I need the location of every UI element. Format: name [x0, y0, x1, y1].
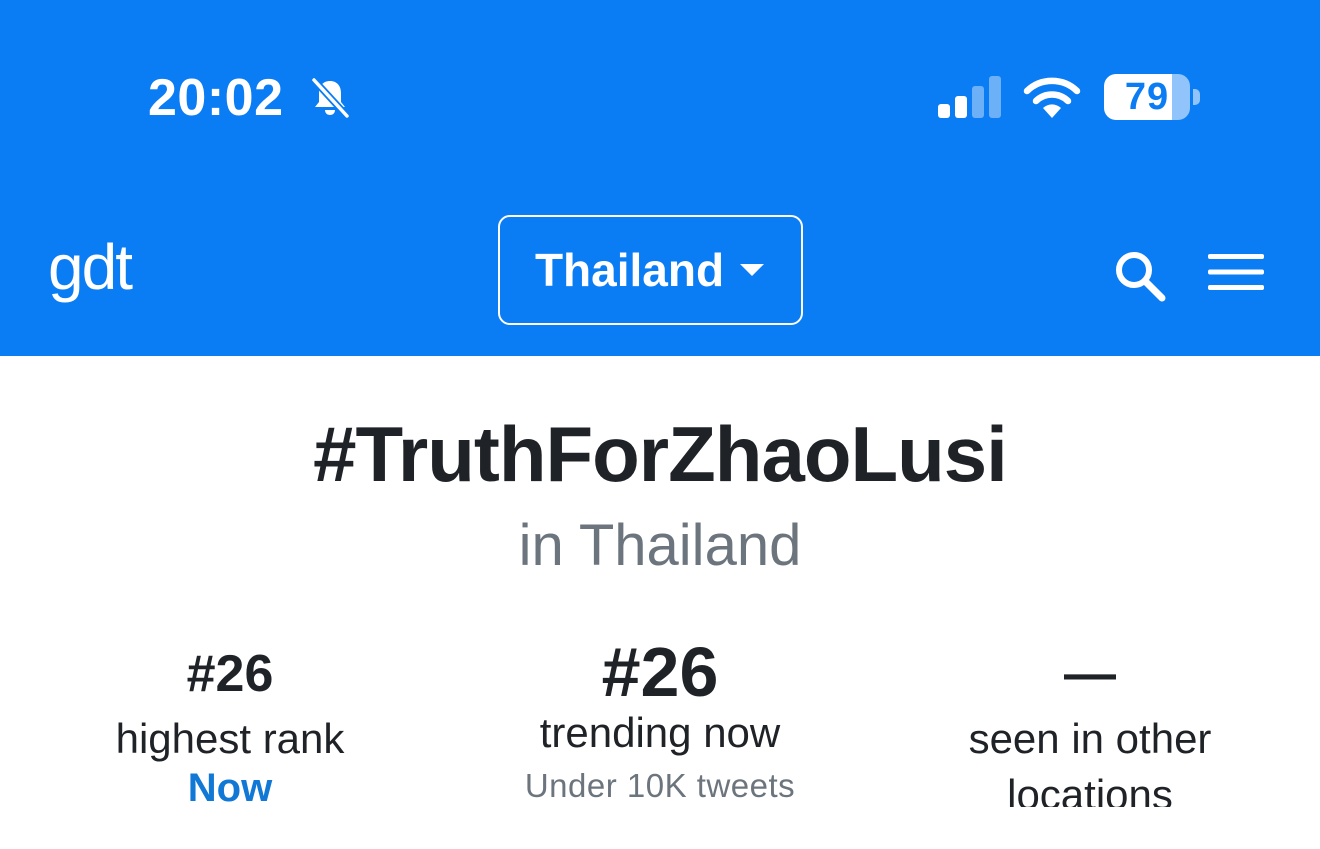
stat-label-cut: locations [1007, 771, 1173, 807]
battery-icon: 79 [1104, 74, 1200, 120]
stat-trending-now: #26 trending now Under 10K tweets [440, 636, 880, 808]
caret-down-icon [740, 264, 765, 276]
search-icon[interactable] [1112, 248, 1168, 304]
stat-label: highest rank [115, 715, 345, 762]
wifi-icon [1023, 77, 1081, 118]
tweet-volume: Under 10K tweets [524, 767, 796, 804]
stat-label: seen in other [968, 715, 1212, 762]
stat-highest-rank: #26 highest rank Now [10, 640, 450, 812]
status-time: 20:02 [148, 69, 284, 127]
page: 20:02 79 gdt Thailand #TruthForZhaoLusi … [0, 0, 1320, 849]
battery-body: 79 [1104, 74, 1190, 120]
location-label: Thailand [534, 244, 725, 296]
stat-label-continued: locations [870, 770, 1310, 807]
bell-slash-icon [310, 76, 351, 120]
trend-title: #TruthForZhaoLusi [313, 410, 1008, 498]
logo[interactable]: gdt [48, 232, 133, 302]
stat-value: #26 [601, 633, 719, 711]
highest-rank-time-link[interactable]: Now [10, 764, 450, 812]
stat-label: trending now [539, 709, 781, 756]
cellular-signal-icon [938, 76, 1001, 118]
location-dropdown[interactable]: Thailand [498, 215, 803, 325]
stat-value: #26 [186, 645, 274, 703]
stat-value: — [1064, 645, 1116, 703]
stat-other-locations: — seen in other [870, 640, 1310, 764]
menu-icon[interactable] [1208, 252, 1264, 292]
header: 20:02 79 gdt Thailand [0, 0, 1320, 356]
battery-percent: 79 [1124, 76, 1170, 118]
battery-cap [1193, 89, 1200, 105]
trend-location-subtitle: in Thailand [518, 513, 802, 578]
